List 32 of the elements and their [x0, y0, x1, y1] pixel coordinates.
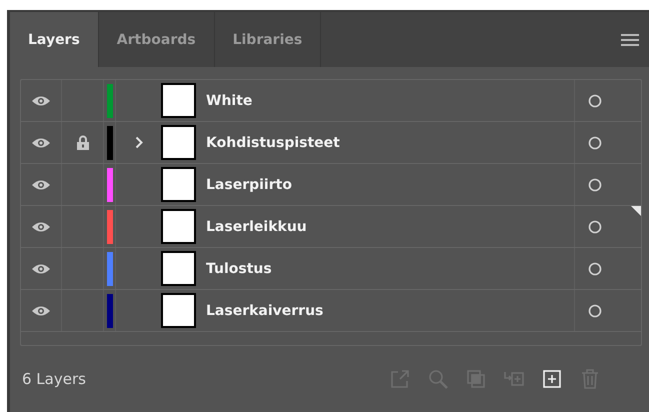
- panel-tab[interactable]: Layers: [10, 12, 99, 67]
- layer-thumbnail: [161, 209, 196, 244]
- layer-name[interactable]: Tulostus: [206, 260, 574, 276]
- layer-name[interactable]: Laserleikkuu: [206, 218, 574, 234]
- layer-count: 6 Layers: [22, 370, 86, 388]
- eye-icon[interactable]: [31, 94, 51, 106]
- target-circle-icon[interactable]: [588, 262, 602, 276]
- layer-thumbnail: [161, 293, 196, 328]
- layer-name[interactable]: White: [206, 92, 574, 108]
- new-layer-icon[interactable]: [541, 368, 563, 390]
- target-circle-icon[interactable]: [588, 304, 602, 318]
- target-circle-icon[interactable]: [588, 220, 602, 234]
- layer-thumbnail: [161, 167, 196, 202]
- lock-icon[interactable]: [76, 135, 88, 150]
- target-circle-icon[interactable]: [588, 136, 602, 150]
- layer-thumbnail: [161, 83, 196, 118]
- layer-thumbnail: [161, 251, 196, 286]
- layer-name[interactable]: Laserpiirto: [206, 176, 574, 192]
- menu-icon[interactable]: [621, 32, 639, 46]
- layer-name[interactable]: Kohdistuspisteet: [206, 134, 574, 150]
- layer-thumbnail: [161, 125, 196, 160]
- target-circle-icon[interactable]: [588, 94, 602, 108]
- chevron-icon[interactable]: [134, 136, 142, 149]
- layer-name[interactable]: Laserkaiverrus: [206, 302, 574, 318]
- target-circle-icon[interactable]: [588, 178, 602, 192]
- panel-tab[interactable]: Artboards: [98, 12, 215, 67]
- eye-icon[interactable]: [31, 178, 51, 190]
- eye-icon[interactable]: [31, 304, 51, 316]
- eye-icon[interactable]: [31, 220, 51, 232]
- eye-icon[interactable]: [31, 262, 51, 274]
- panel-tab[interactable]: Libraries: [214, 12, 322, 67]
- eye-icon[interactable]: [31, 136, 51, 148]
